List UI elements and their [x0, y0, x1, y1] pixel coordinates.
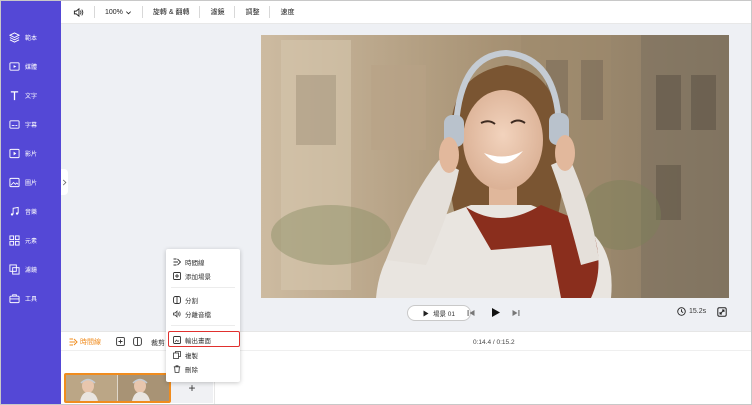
menu-item-label: 複製 — [185, 352, 198, 360]
chevron-down-icon — [125, 10, 131, 14]
timeline-track: + — [61, 351, 751, 404]
sidebar-item-label: 音樂 — [25, 209, 38, 216]
split-icon[interactable] — [133, 337, 142, 348]
timeline-icon — [69, 338, 78, 346]
timeline-time: 0:14.4 / 0:15.2 — [473, 339, 515, 346]
sidebar-item-template[interactable]: 範本 — [1, 27, 61, 47]
next-icon[interactable] — [512, 309, 520, 319]
detach-audio-icon — [173, 309, 181, 318]
scene-label: 場景 01 — [432, 311, 456, 318]
speed-button[interactable]: 速度 — [280, 7, 294, 17]
sidebar-item-label: 範本 — [25, 35, 38, 42]
play-icon — [423, 310, 429, 316]
toolbox-icon — [9, 293, 20, 303]
tab-timeline-label: 時間線 — [80, 339, 101, 346]
menu-item-delete[interactable]: 刪除 — [166, 362, 240, 375]
menu-item-timeline[interactable]: 時間線 — [166, 255, 240, 268]
cut-button[interactable]: 裁剪 — [151, 338, 165, 348]
previous-icon[interactable] — [467, 309, 475, 319]
menu-divider — [171, 325, 235, 326]
toolbar-divider — [234, 6, 236, 18]
adjust-button[interactable]: 調整 — [245, 7, 259, 17]
template-layers-icon — [9, 31, 20, 43]
menu-item-label: 刪除 — [185, 366, 198, 374]
canvas-stage: 場景 01 15.2s — [61, 24, 751, 331]
sidebar: 範本 媒體 文字 字幕 影片 圖片 音樂 元素 濾鏡 工具 — [1, 1, 61, 404]
clip-context-menu: 時間線 添加場景 分割 分離音檔 輸出畫面 複製 刪除 — [166, 249, 240, 382]
timeline-toolbar: 時間線 裁剪 0:14.4 / 0:15.2 — [61, 331, 751, 351]
toolbar-divider — [94, 6, 95, 18]
app-window: 範本 媒體 文字 字幕 影片 圖片 音樂 元素 濾鏡 工具 100% 旋轉 & … — [0, 0, 752, 405]
duration-value: 15.2s — [689, 308, 707, 315]
sidebar-item-music[interactable]: 音樂 — [1, 201, 61, 221]
add-scene-icon — [173, 271, 181, 280]
clock-icon — [677, 307, 686, 316]
sidebar-item-label: 元素 — [25, 238, 38, 245]
tab-timeline[interactable]: 時間線 — [69, 337, 101, 347]
subtitles-icon — [9, 119, 20, 129]
text-icon — [10, 90, 19, 100]
menu-item-label: 分割 — [185, 297, 198, 305]
toolbar-divider — [199, 6, 201, 18]
menu-item-export-frame[interactable]: 輸出畫面 — [166, 333, 240, 346]
volume-icon[interactable] — [73, 7, 84, 18]
scene-clip[interactable] — [64, 373, 171, 403]
export-frame-icon — [173, 335, 181, 344]
duration-display[interactable]: 15.2s — [677, 307, 706, 316]
elements-icon — [9, 234, 20, 246]
rotate-flip-button[interactable]: 旋轉 & 翻轉 — [153, 7, 190, 17]
timeline-icon — [173, 258, 181, 265]
play-main-icon[interactable] — [490, 307, 501, 320]
menu-divider — [171, 287, 235, 288]
music-icon — [10, 206, 19, 216]
sidebar-item-filter[interactable]: 濾鏡 — [1, 259, 61, 279]
top-toolbar: 100% 旋轉 & 翻轉 濾鏡 調整 速度 — [61, 1, 751, 24]
chevron-right-icon — [62, 179, 67, 185]
add-scene-icon[interactable] — [116, 337, 125, 348]
menu-item-label: 時間線 — [185, 259, 205, 267]
video-preview[interactable] — [261, 35, 729, 298]
sidebar-item-text[interactable]: 文字 — [1, 85, 61, 105]
video-icon — [9, 148, 20, 158]
media-folder-icon — [9, 61, 20, 71]
expand-panel-handle[interactable] — [61, 169, 68, 195]
sidebar-item-label: 媒體 — [25, 64, 38, 71]
sidebar-item-label: 濾鏡 — [25, 267, 38, 274]
sidebar-item-label: 字幕 — [25, 122, 38, 129]
copy-icon — [173, 350, 181, 359]
delete-icon — [173, 364, 181, 373]
menu-item-detach-audio[interactable]: 分離音檔 — [166, 307, 240, 320]
sidebar-item-label: 圖片 — [25, 180, 38, 187]
filter-button[interactable]: 濾鏡 — [210, 7, 224, 17]
menu-item-label: 分離音檔 — [185, 311, 211, 319]
menu-item-add-scene[interactable]: 添加場景 — [166, 269, 240, 282]
filter-icon — [9, 263, 20, 275]
scene-play-button[interactable]: 場景 01 — [407, 305, 471, 321]
sidebar-item-video[interactable]: 影片 — [1, 143, 61, 163]
split-icon — [173, 295, 181, 304]
sidebar-item-media[interactable]: 媒體 — [1, 56, 61, 76]
toolbar-divider — [269, 6, 271, 18]
sidebar-item-tools[interactable]: 工具 — [1, 288, 61, 308]
sidebar-item-label: 文字 — [25, 93, 38, 100]
sidebar-item-subtitles[interactable]: 字幕 — [1, 114, 61, 134]
sidebar-item-elements[interactable]: 元素 — [1, 230, 61, 250]
fullscreen-icon[interactable] — [717, 307, 727, 319]
sidebar-item-label: 影片 — [25, 151, 38, 158]
menu-item-split[interactable]: 分割 — [166, 293, 240, 306]
toolbar-divider — [141, 6, 143, 18]
clip-thumbnail — [66, 375, 169, 401]
sidebar-item-label: 工具 — [25, 296, 38, 303]
zoom-select[interactable]: 100% — [105, 9, 132, 16]
menu-item-label: 輸出畫面 — [185, 337, 211, 345]
menu-item-label: 添加場景 — [185, 273, 211, 281]
menu-item-copy[interactable]: 複製 — [166, 348, 240, 361]
video-frame-image — [261, 35, 729, 298]
sidebar-item-image[interactable]: 圖片 — [1, 172, 61, 192]
image-icon — [9, 177, 20, 187]
zoom-value: 100% — [105, 8, 123, 16]
